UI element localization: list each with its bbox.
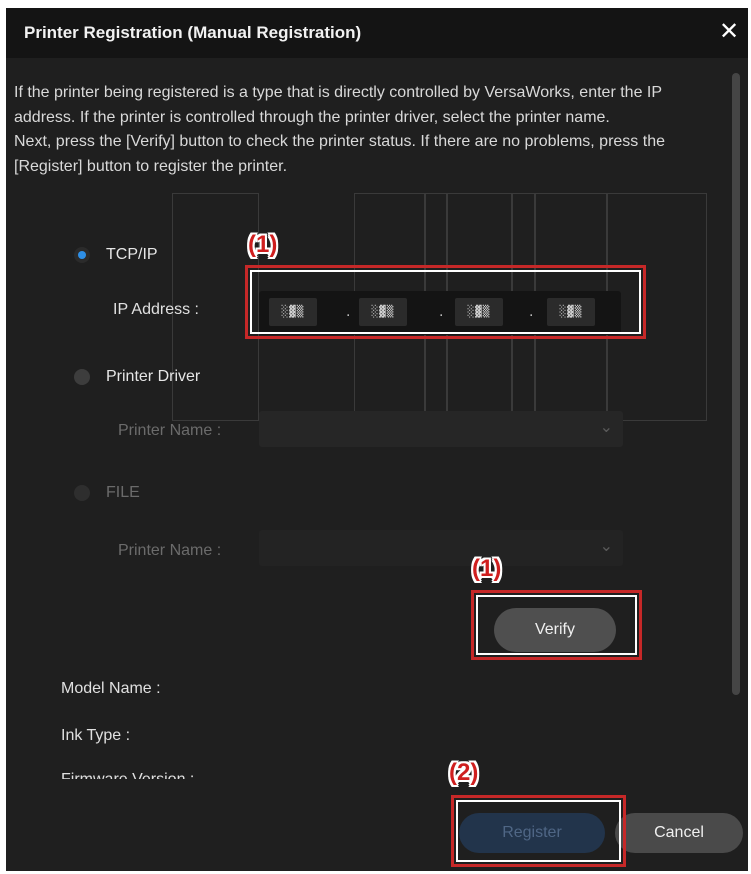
dialog-titlebar: Printer Registration (Manual Registratio… (6, 8, 748, 58)
callout-label-ip: (1) (248, 231, 278, 258)
close-icon[interactable]: ✕ (716, 18, 742, 46)
radio-printer-driver[interactable]: Printer Driver (74, 368, 200, 386)
callout-label-register: (2) (449, 759, 479, 786)
ip-octet-4-input[interactable]: ░▓▒ (547, 298, 595, 326)
ink-type-label: Ink Type : (61, 727, 131, 744)
instructions-paragraph-1: If the printer being registered is a typ… (14, 84, 662, 126)
radio-file-label: FILE (106, 484, 140, 501)
scrollbar-thumb[interactable] (732, 73, 740, 695)
radio-unchecked-icon[interactable] (74, 369, 90, 385)
printer-driver-name-select[interactable]: ⌄ (259, 411, 623, 447)
ip-octet-3-input[interactable]: ░▓▒ (455, 298, 503, 326)
chevron-down-icon: ⌄ (599, 538, 613, 555)
cancel-button[interactable]: Cancel (615, 813, 743, 853)
radio-file[interactable]: FILE (74, 484, 140, 502)
ip-octet-2-input[interactable]: ░▓▒ (359, 298, 407, 326)
file-printer-name-label: Printer Name : (118, 542, 222, 559)
ip-separator: . (439, 303, 444, 320)
radio-tcpip[interactable]: TCP/IP (74, 246, 158, 264)
register-button[interactable]: Register (459, 813, 605, 853)
radio-checked-icon[interactable] (74, 247, 90, 263)
file-printer-name-select[interactable]: ⌄ (259, 530, 623, 566)
ip-separator: . (346, 303, 351, 320)
ip-octet-1-input[interactable]: ░▓▒ (269, 298, 317, 326)
verify-button[interactable]: Verify (494, 608, 616, 652)
printer-registration-dialog: Printer Registration (Manual Registratio… (6, 8, 748, 871)
firmware-version-label: Firmware Version : (61, 771, 194, 779)
radio-tcpip-label: TCP/IP (106, 246, 158, 263)
instructions-text: If the printer being registered is a typ… (14, 81, 726, 179)
radio-printer-driver-label: Printer Driver (106, 368, 201, 385)
model-name-label: Model Name : (61, 680, 161, 697)
dialog-title: Printer Registration (Manual Registratio… (24, 23, 362, 42)
ip-separator: . (529, 303, 534, 320)
chevron-down-icon: ⌄ (599, 419, 613, 436)
ip-address-label: IP Address : (113, 301, 199, 318)
firmware-version-clip: Firmware Version : (6, 768, 726, 779)
instructions-paragraph-2: Next, press the [Verify] button to check… (14, 133, 665, 175)
ip-address-input-group: ░▓▒ . ░▓▒ . ░▓▒ . ░▓▒ (259, 291, 621, 335)
radio-unchecked-icon[interactable] (74, 485, 90, 501)
printer-driver-name-label: Printer Name : (118, 422, 222, 439)
callout-label-verify: (1) (472, 555, 502, 582)
